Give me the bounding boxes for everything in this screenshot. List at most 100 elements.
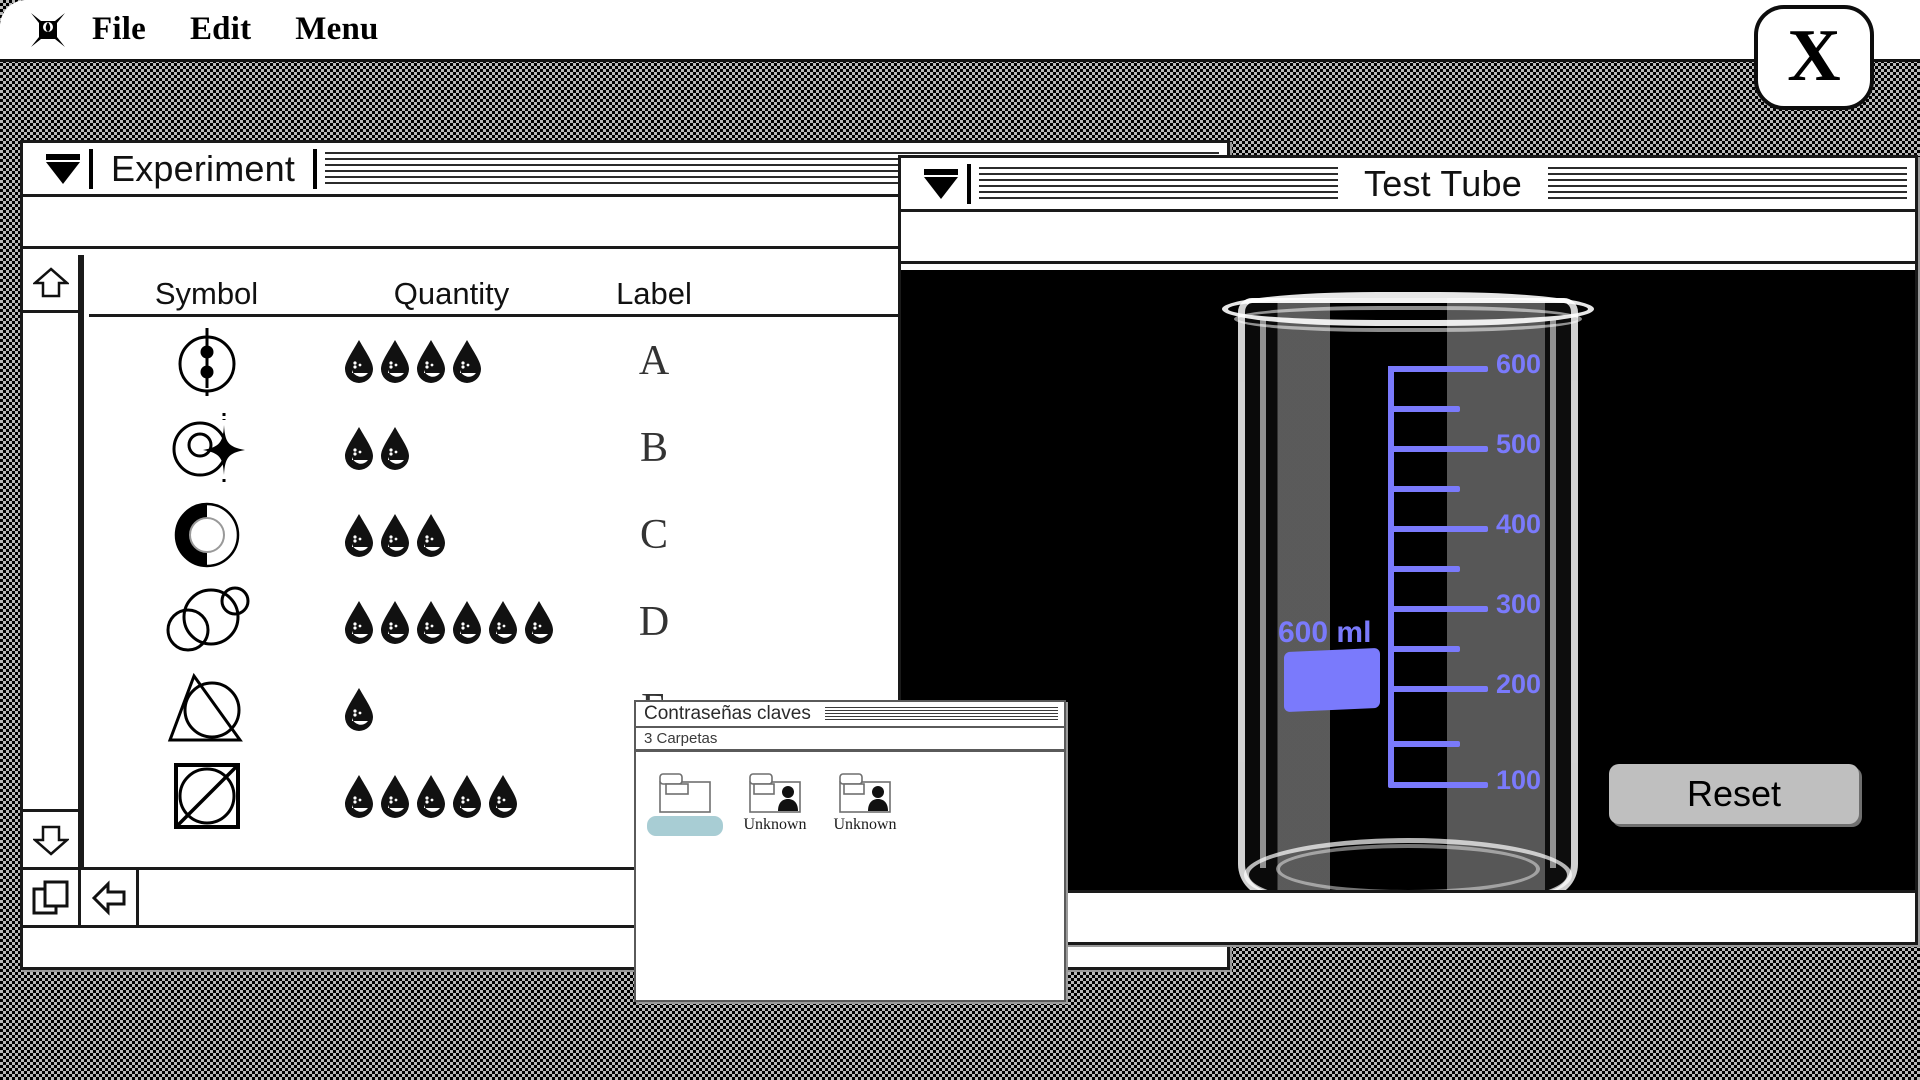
column-header-quantity: Quantity	[393, 276, 510, 311]
droplet-icon	[453, 774, 481, 818]
scale-tick-150	[1388, 741, 1460, 747]
list-item[interactable]: Unknown	[826, 770, 904, 834]
droplet-icon	[453, 339, 481, 383]
scale-label-400: 400	[1496, 509, 1542, 539]
close-x-icon: X	[1787, 14, 1841, 97]
symbol-cell	[89, 404, 324, 491]
droplet-icon	[417, 339, 445, 383]
passwords-window[interactable]: Contraseñas claves 3 Carpetas Unknown Un…	[634, 700, 1066, 1002]
droplet-icon	[345, 774, 373, 818]
close-window-button[interactable]: X	[1754, 5, 1874, 110]
quantity-cell	[324, 404, 579, 491]
label-cell: D	[579, 578, 729, 665]
symbol-cell	[89, 752, 324, 839]
droplet-icon	[381, 339, 409, 383]
back-arrow-icon[interactable]	[81, 870, 139, 925]
droplet-icon	[489, 600, 517, 644]
column-header-symbol: Symbol	[154, 276, 259, 311]
three-overlapping-circles-symbol	[166, 586, 249, 651]
droplet-icon	[453, 600, 481, 644]
passwords-folder-list: Unknown Unknown	[636, 756, 1064, 1000]
passwords-status-bar: 3 Carpetas	[636, 728, 1064, 752]
droplet-icon	[345, 513, 373, 557]
label-cell: B	[579, 404, 729, 491]
scroll-up-arrow-icon[interactable]	[23, 255, 78, 313]
beaker-fill-swatch	[1284, 647, 1380, 713]
scale-label-500: 500	[1496, 429, 1542, 459]
scale-label-300: 300	[1496, 589, 1542, 619]
droplet-icon	[345, 687, 373, 731]
collapse-triangle-icon[interactable]	[37, 153, 89, 184]
folder-icon	[659, 773, 711, 813]
column-header-label: Label	[616, 276, 692, 311]
apple-maltese-logo-icon[interactable]	[26, 8, 70, 52]
scale-tick-450	[1388, 486, 1460, 492]
menu-item-file[interactable]: File	[70, 11, 168, 48]
titlebar-drag-stripes-left[interactable]	[979, 166, 1339, 201]
droplet-icon	[345, 339, 373, 383]
folder-user-icon	[839, 773, 891, 813]
experiment-window-title: Experiment	[111, 147, 296, 189]
list-item-label: Unknown	[743, 816, 807, 833]
scale-spine	[1388, 366, 1394, 786]
titlebar-drag-stripes-right[interactable]	[1547, 166, 1907, 201]
folder-user-icon	[749, 773, 801, 813]
row-label: C	[639, 511, 668, 558]
droplet-icon	[345, 600, 373, 644]
beaker-rim-inner	[1234, 306, 1582, 332]
symbol-cell	[89, 317, 324, 404]
scale-tick-300	[1388, 606, 1488, 612]
row-label: B	[639, 424, 668, 471]
menu-item-edit[interactable]: Edit	[168, 11, 273, 48]
scroll-down-arrow-icon[interactable]	[23, 809, 78, 867]
beaker-left-wall-highlight	[1260, 320, 1266, 868]
row-label: D	[638, 598, 670, 645]
scrollbar-track[interactable]	[23, 313, 78, 809]
list-item[interactable]	[646, 770, 724, 836]
circle-inner-circle-star-symbol	[172, 412, 245, 485]
testtube-toolbar	[901, 212, 1915, 264]
passwords-window-title: Contraseñas claves	[644, 703, 811, 724]
beaker-base-ellipse-inner	[1276, 844, 1540, 890]
passwords-drag-stripes[interactable]	[824, 706, 1058, 722]
symbol-cell	[89, 491, 324, 578]
scale-label-600: 600	[1496, 349, 1542, 379]
quantity-cell	[324, 317, 579, 404]
menu-bar: File Edit Menu	[0, 0, 1920, 62]
beaker-fill-label: 600 ml	[1278, 616, 1372, 649]
list-item-label	[647, 816, 723, 836]
scale-tick-400	[1388, 526, 1488, 532]
passwords-item-count: 3 Carpetas	[644, 730, 718, 747]
titlebar-divider	[967, 163, 971, 204]
droplet-icon	[345, 426, 373, 470]
window-grow-box-icon[interactable]	[23, 870, 81, 925]
list-item[interactable]: Unknown	[736, 770, 814, 834]
droplet-icon	[381, 774, 409, 818]
menu-item-menu[interactable]: Menu	[273, 11, 400, 48]
beaker-graphic: 600 ml 600 500 400 300 200 100	[1222, 292, 1594, 890]
collapse-triangle-icon[interactable]	[915, 168, 967, 199]
scale-tick-250	[1388, 646, 1460, 652]
droplet-icon	[381, 600, 409, 644]
scale-label-200: 200	[1496, 669, 1542, 699]
scale-tick-200	[1388, 686, 1488, 692]
scale-tick-550	[1388, 406, 1460, 412]
scale-tick-500	[1388, 446, 1488, 452]
passwords-titlebar[interactable]: Contraseñas claves	[636, 702, 1064, 728]
symbol-cell	[89, 578, 324, 665]
droplet-icon	[417, 600, 445, 644]
scrollbar-gutter	[81, 255, 89, 867]
droplet-icon	[381, 513, 409, 557]
experiment-vertical-scrollbar[interactable]	[23, 255, 81, 867]
testtube-titlebar[interactable]: Test Tube	[901, 158, 1915, 212]
droplet-icon	[381, 426, 409, 470]
list-item-label: Unknown	[833, 816, 897, 833]
droplet-icon	[417, 774, 445, 818]
droplet-icon	[525, 600, 553, 644]
half-filled-ring-symbol	[174, 502, 239, 567]
triangle-circle-slash-symbol	[167, 672, 243, 741]
quantity-cell	[324, 578, 579, 665]
reset-button[interactable]: Reset	[1609, 764, 1859, 824]
quantity-cell	[324, 752, 579, 839]
label-cell: A	[579, 317, 729, 404]
